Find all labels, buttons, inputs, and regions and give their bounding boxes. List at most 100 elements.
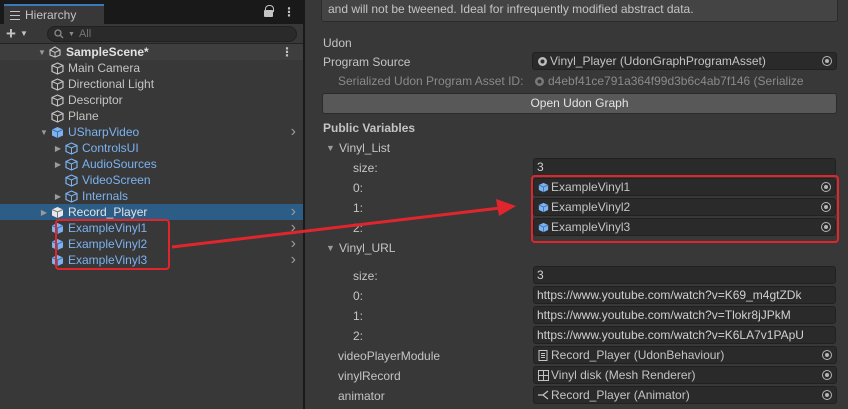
hierarchy-tab-bar: Hierarchy ⋮ xyxy=(0,0,303,24)
serialized-id-label: Serialized Udon Program Asset ID: xyxy=(338,74,524,88)
scene-name: SampleScene* xyxy=(66,45,149,59)
video-player-module-value: Record_Player (UdonBehaviour) xyxy=(551,348,725,362)
vinyl-url-index-label: 1: xyxy=(353,309,364,323)
lock-icon[interactable] xyxy=(264,5,274,17)
udon-asset-icon xyxy=(536,55,548,67)
vinyl-url-element-input[interactable]: https://www.youtube.com/watch?v=Tlokr8jJ… xyxy=(533,306,836,324)
add-object-button[interactable]: + ▼ xyxy=(6,23,36,43)
vinyl-url-index-label: 0: xyxy=(353,289,364,303)
hierarchy-search[interactable]: ▼ xyxy=(47,26,297,42)
vinyl-list-size-label: size: xyxy=(353,161,378,175)
prefab-icon xyxy=(50,125,64,139)
prefab-child-icon xyxy=(64,189,78,203)
object-picker-icon[interactable] xyxy=(822,390,832,400)
serialized-id-field: d4ebf41ce791a364f99d3b6c4ab7f146 (Serial… xyxy=(534,72,838,90)
hierarchy-panel: Hierarchy ⋮ + ▼ ▼ ▼ SampleScene* ⋮ Main … xyxy=(0,0,303,409)
plus-icon: + xyxy=(6,23,16,43)
foldout-open-icon[interactable]: ▼ xyxy=(38,128,50,137)
program-source-label: Program Source xyxy=(323,55,411,69)
hierarchy-item-label: Record_Player xyxy=(68,205,148,219)
gameobject-icon xyxy=(50,109,64,123)
animator-field[interactable]: Record_Player (Animator) xyxy=(533,386,837,404)
hierarchy-item-label: Main Camera xyxy=(68,61,141,75)
hierarchy-item-label: Plane xyxy=(68,109,99,123)
hierarchy-item-label: USharpVideo xyxy=(68,125,140,139)
vinyl-list-label: Vinyl_List xyxy=(339,141,391,155)
hierarchy-item[interactable]: ▶ Record_Player › xyxy=(0,203,303,220)
search-icon xyxy=(54,29,64,39)
foldout-open-icon[interactable]: ▼ xyxy=(36,48,48,57)
hierarchy-tab-label: Hierarchy xyxy=(25,8,77,22)
hierarchy-item[interactable]: ▶ AudioSources xyxy=(0,156,303,172)
hierarchy-item[interactable]: Descriptor xyxy=(0,92,303,108)
vinyl-record-label: vinylRecord xyxy=(338,369,401,383)
object-picker-icon[interactable] xyxy=(822,370,832,380)
foldout-closed-icon[interactable]: ▶ xyxy=(38,208,50,217)
object-picker-icon[interactable] xyxy=(822,350,832,360)
list-icon xyxy=(10,10,20,20)
vinyl-url-index-label: 2: xyxy=(353,329,364,343)
script-icon xyxy=(537,349,549,361)
animator-label: animator xyxy=(338,389,385,403)
vinyl-list-index-label: 1: xyxy=(353,201,364,215)
foldout-closed-icon[interactable]: ▶ xyxy=(52,144,64,153)
video-player-module-label: videoPlayerModule xyxy=(338,349,441,363)
hierarchy-toolbar: + ▼ ▼ xyxy=(0,24,303,44)
vinyl-url-element-input[interactable]: https://www.youtube.com/watch?v=K6LA7v1P… xyxy=(533,326,836,344)
hierarchy-item[interactable]: Plane xyxy=(0,108,303,124)
hierarchy-item[interactable]: Main Camera xyxy=(0,60,303,76)
foldout-open-icon[interactable]: ▼ xyxy=(326,243,335,253)
vinyl-url-label: Vinyl_URL xyxy=(339,241,396,255)
vinyl-url-size-input[interactable]: 3 xyxy=(533,266,836,284)
help-box: and will not be tweened. Ideal for infre… xyxy=(321,0,838,22)
animator-icon xyxy=(537,389,549,401)
hierarchy-item-label: AudioSources xyxy=(82,157,157,171)
vinyl-record-field[interactable]: Vinyl disk (Mesh Renderer) xyxy=(533,366,837,384)
hierarchy-item-label: Internals xyxy=(82,189,129,203)
gameobject-icon xyxy=(50,77,64,91)
vinyl-list-index-label: 2: xyxy=(353,221,364,235)
prefab-icon xyxy=(50,205,64,219)
highlight-box-inspector xyxy=(531,175,839,243)
animator-value: Record_Player (Animator) xyxy=(551,388,690,402)
search-dropdown-icon[interactable]: ▼ xyxy=(68,31,75,38)
program-source-field[interactable]: Vinyl_Player (UdonGraphProgramAsset) xyxy=(532,52,837,70)
udon-asset-icon xyxy=(534,76,546,87)
hierarchy-tab[interactable]: Hierarchy xyxy=(4,4,104,24)
foldout-open-icon[interactable]: ▼ xyxy=(326,143,335,153)
hierarchy-item[interactable]: ▼ USharpVideo › xyxy=(0,123,303,141)
kebab-menu-icon[interactable]: ⋮ xyxy=(283,5,295,19)
vinyl-url-element-input[interactable]: https://www.youtube.com/watch?v=K69_m4gt… xyxy=(533,286,836,304)
hierarchy-item[interactable]: ▶ ControlsUI xyxy=(0,140,303,156)
scene-menu-icon[interactable]: ⋮ xyxy=(281,45,293,59)
hierarchy-item-label: Descriptor xyxy=(68,93,123,107)
vinyl-record-value: Vinyl disk (Mesh Renderer) xyxy=(551,368,696,382)
open-udon-graph-button[interactable]: Open Udon Graph xyxy=(322,93,837,114)
scene-row[interactable]: ▼ SampleScene* ⋮ xyxy=(0,44,303,60)
serialized-id-value: d4ebf41ce791a364f99d3b6c4ab7f146 (Serial… xyxy=(548,74,804,88)
search-input[interactable] xyxy=(78,28,279,40)
prefab-child-icon xyxy=(64,157,78,171)
inspector-panel: and will not be tweened. Ideal for infre… xyxy=(305,0,848,409)
hierarchy-item[interactable]: VideoScreen xyxy=(0,172,303,188)
gameobject-icon xyxy=(50,93,64,107)
chevron-right-icon[interactable]: › xyxy=(291,123,296,141)
udon-section-label: Udon xyxy=(323,36,352,50)
prefab-child-icon xyxy=(64,141,78,155)
hierarchy-item[interactable]: Directional Light xyxy=(0,76,303,92)
vinyl-list-size-input[interactable]: 3 xyxy=(533,158,836,176)
video-player-module-field[interactable]: Record_Player (UdonBehaviour) xyxy=(533,346,837,364)
chevron-right-icon[interactable]: › xyxy=(291,251,296,269)
program-source-value: Vinyl_Player (UdonGraphProgramAsset) xyxy=(550,54,766,68)
hierarchy-item[interactable]: ▶ Internals xyxy=(0,188,303,204)
hierarchy-item-label: ControlsUI xyxy=(82,141,139,155)
vinyl-url-size-label: size: xyxy=(353,269,378,283)
foldout-closed-icon[interactable]: ▶ xyxy=(52,192,64,201)
highlight-box-hierarchy xyxy=(55,219,170,270)
public-variables-label: Public Variables xyxy=(323,121,416,135)
vinyl-list-index-label: 0: xyxy=(353,181,364,195)
foldout-closed-icon[interactable]: ▶ xyxy=(52,160,64,169)
chevron-down-icon: ▼ xyxy=(19,29,28,38)
object-picker-icon[interactable] xyxy=(822,56,832,66)
hierarchy-item-label: Directional Light xyxy=(68,77,155,91)
